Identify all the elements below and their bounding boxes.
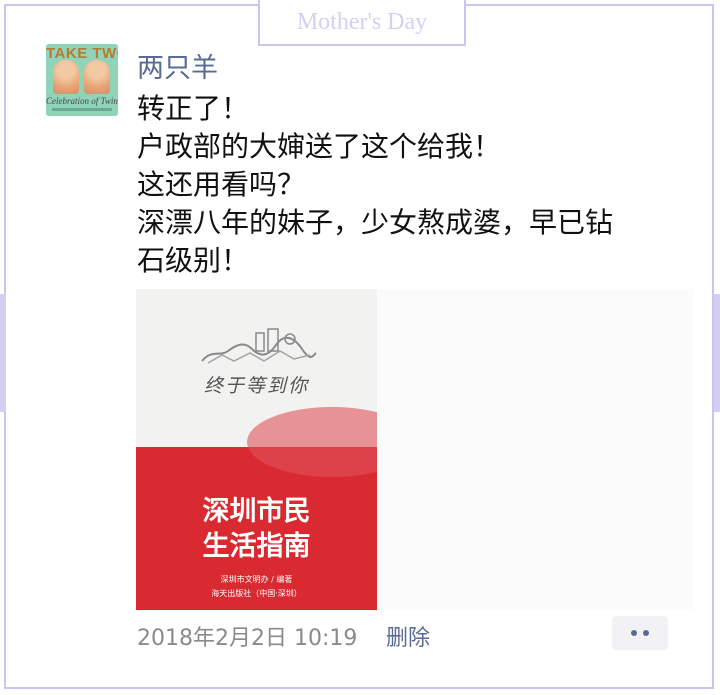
avatar-baby-figure (53, 60, 79, 94)
post-timestamp: 2018年2月2日 10:19 (137, 626, 358, 651)
book-slogan: 终于等到你 (203, 375, 309, 397)
frame-side-accent-right (714, 294, 720, 412)
more-dot-icon (643, 630, 649, 636)
more-actions-button[interactable] (612, 616, 668, 650)
post-photo[interactable]: 终于等到你 深圳市民 生活指南 深圳市文明办 / 编著 海天出版社（中国·深圳） (136, 289, 693, 610)
post-text-line: 石级别！ (137, 244, 250, 277)
city-sketch-icon (201, 328, 317, 364)
post-text-line: 户政部的大婶送了这个给我！ (137, 130, 502, 163)
post-text-line: 深漂八年的妹子，少女熬成婆，早已钻 (137, 206, 614, 239)
post-text: 转正了！ 户政部的大婶送了这个给我！ 这还用看吗？ 深漂八年的妹子，少女熬成婆，… (137, 90, 697, 280)
more-dot-icon (631, 630, 637, 636)
avatar-divider (52, 108, 112, 111)
avatar-subtitle: Celebration of Twins (46, 96, 118, 106)
avatar[interactable]: TAKE TWO Celebration of Twins (46, 44, 118, 116)
frame-tab-label: Mother's Day (258, 0, 466, 46)
avatar-title: TAKE TWO (46, 45, 118, 62)
book-publisher: 深圳市文明办 / 编著 (220, 575, 293, 584)
delete-link[interactable]: 删除 (386, 620, 430, 652)
book-press: 海天出版社（中国·深圳） (211, 589, 302, 598)
post-text-line: 转正了！ (137, 92, 250, 125)
username-link[interactable]: 两只羊 (137, 46, 218, 85)
book-title-line: 生活指南 (202, 531, 311, 562)
book-cover-image: 终于等到你 深圳市民 生活指南 深圳市文明办 / 编著 海天出版社（中国·深圳） (136, 289, 377, 610)
post-text-line: 这还用看吗？ (137, 168, 306, 201)
book-title-line: 深圳市民 (202, 496, 311, 527)
frame-side-accent-left (0, 294, 6, 412)
avatar-baby-figure (84, 60, 110, 94)
